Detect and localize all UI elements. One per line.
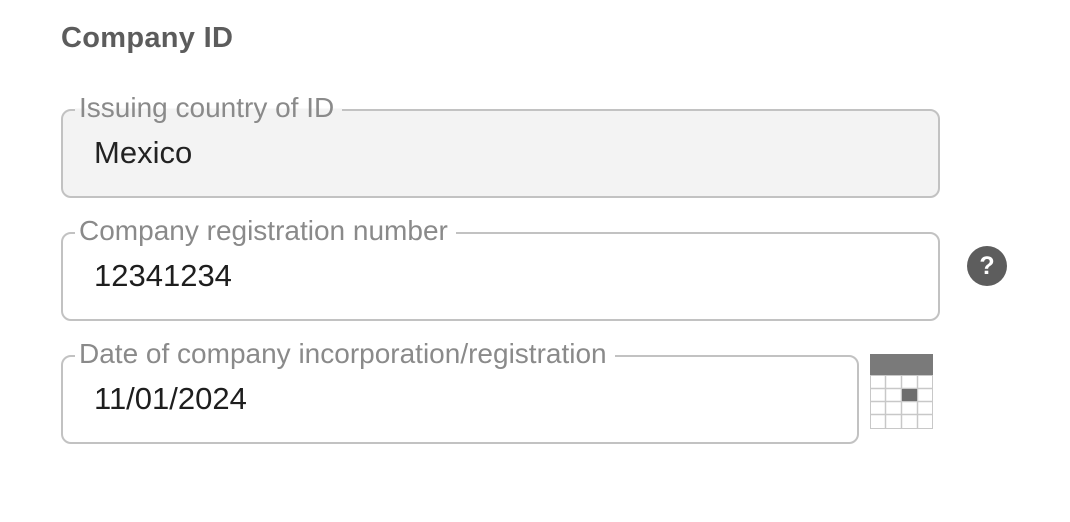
company-id-form: Company ID Issuing country of ID Mexico … — [0, 0, 1070, 522]
section-title: Company ID — [61, 22, 234, 54]
incorporation-date-field[interactable]: Date of company incorporation/registrati… — [61, 337, 859, 444]
help-icon[interactable]: ? — [967, 246, 1007, 286]
issuing-country-value: Mexico — [94, 135, 193, 170]
registration-number-field[interactable]: Company registration number 12341234 — [61, 214, 940, 321]
calendar-icon[interactable] — [870, 354, 934, 429]
issuing-country-field: Issuing country of ID Mexico — [61, 91, 940, 198]
issuing-country-label: Issuing country of ID — [75, 91, 343, 125]
registration-number-input[interactable]: 12341234 — [94, 258, 232, 294]
calendar-icon-graphic — [870, 354, 933, 429]
incorporation-date-label: Date of company incorporation/registrati… — [75, 337, 615, 371]
incorporation-date-input[interactable]: 11/01/2024 — [94, 381, 247, 417]
registration-number-label: Company registration number — [75, 214, 456, 248]
